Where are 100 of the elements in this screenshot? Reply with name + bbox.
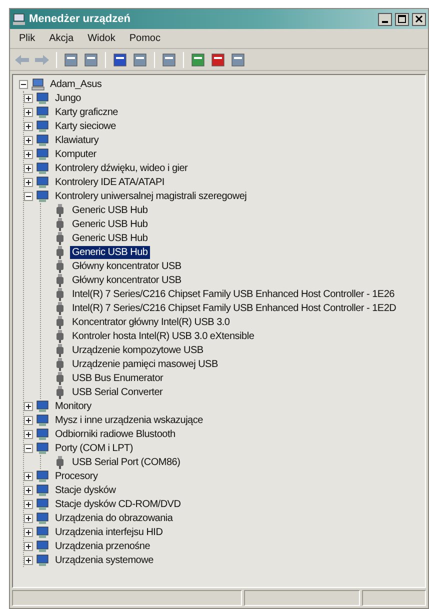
tree-item[interactable]: USB Serial Converter	[70, 386, 165, 398]
tree-item[interactable]: Porty (COM i LPT)	[53, 442, 135, 454]
device-icon	[36, 91, 50, 105]
device-icon	[36, 133, 50, 147]
status-panel	[362, 590, 426, 606]
menu-item[interactable]: Akcja	[42, 33, 81, 44]
tree-item[interactable]: Adam_Asus	[48, 78, 104, 90]
plus-icon	[25, 150, 32, 158]
tree-item[interactable]: Urządzenia przenośne	[53, 540, 152, 552]
plus-icon	[25, 94, 32, 102]
tree-item[interactable]: Generic USB Hub	[70, 246, 150, 258]
expander-button[interactable]	[19, 80, 28, 88]
tree-item[interactable]: Urządzenia interfejsu HID	[53, 526, 165, 538]
device-icon	[36, 441, 50, 455]
device-icon	[36, 147, 50, 161]
expander-button[interactable]	[24, 528, 33, 536]
tree-item[interactable]: Stacje dysków	[53, 484, 118, 496]
expander-button[interactable]	[24, 542, 33, 550]
tree-item[interactable]: Karty sieciowe	[53, 120, 118, 132]
tree-item[interactable]: Urządzenia systemowe	[53, 554, 156, 566]
device-icon	[36, 427, 50, 441]
tree-item[interactable]: Komputer	[53, 148, 98, 160]
tree-item[interactable]: Główny koncentrator USB	[70, 274, 184, 286]
close-button[interactable]	[412, 12, 426, 26]
device-icon	[36, 497, 50, 511]
tree-item[interactable]: Intel(R) 7 Series/C216 Chipset Family USB Enhanced Host Controller - 1E2D	[70, 302, 398, 314]
device-icon	[36, 189, 50, 203]
tree-item[interactable]: Kontroler hosta Intel(R) USB 3.0 eXtensible	[70, 330, 256, 342]
expander-button[interactable]	[24, 444, 33, 452]
tree-item[interactable]: Główny koncentrator USB	[70, 260, 184, 272]
device-icon	[36, 483, 50, 497]
plus-icon	[25, 472, 32, 480]
expander-button[interactable]	[24, 178, 33, 186]
tree-item[interactable]: Urządzenie pamięci masowej USB	[70, 358, 220, 370]
tree-item[interactable]: Odbiorniki radiowe Blustooth	[53, 428, 178, 440]
menu-item[interactable]: Widok	[80, 33, 122, 44]
expander-button[interactable]	[24, 150, 33, 158]
plus-icon	[25, 122, 32, 130]
tree-item[interactable]: Urządzenia do obrazowania	[53, 512, 175, 524]
plus-icon	[25, 164, 32, 172]
expander-button[interactable]	[24, 514, 33, 522]
tree-item[interactable]: Karty graficzne	[53, 106, 120, 118]
tree-item[interactable]: Klawiatury	[53, 134, 101, 146]
plus-icon	[25, 528, 32, 536]
device-icon	[36, 553, 50, 567]
device-icon	[36, 539, 50, 553]
device-icon	[36, 469, 50, 483]
device-icon	[36, 175, 50, 189]
menu-item[interactable]: Plik	[12, 33, 42, 44]
computer-icon	[12, 12, 26, 26]
tree-item[interactable]: USB Bus Enumerator	[70, 372, 166, 384]
expander-button[interactable]	[24, 164, 33, 172]
menu-item[interactable]: Pomoc	[122, 33, 168, 44]
tree-item[interactable]: Monitory	[53, 400, 94, 412]
window-title: Menedżer urządzeń	[29, 13, 132, 25]
expander-button[interactable]	[24, 556, 33, 564]
tree-item[interactable]: Kontrolery IDE ATA/ATAPI	[53, 176, 166, 188]
tree-item[interactable]: Generic USB Hub	[70, 204, 150, 216]
expander-button[interactable]	[24, 192, 33, 200]
tree-item[interactable]: USB Serial Port (COM86)	[70, 456, 182, 468]
tree-item[interactable]: Koncentrator główny Intel(R) USB 3.0	[70, 316, 232, 328]
expander-button[interactable]	[24, 122, 33, 130]
plus-icon	[25, 402, 32, 410]
plus-icon	[25, 556, 32, 564]
device-icon	[36, 511, 50, 525]
tree-item[interactable]: Intel(R) 7 Series/C216 Chipset Family USB Enhanced Host Controller - 1E26	[70, 288, 396, 300]
expander-button[interactable]	[24, 472, 33, 480]
expander-button[interactable]	[24, 136, 33, 144]
expander-button[interactable]	[24, 402, 33, 410]
plus-icon	[25, 416, 32, 424]
expander-button[interactable]	[24, 430, 33, 438]
expander-button[interactable]	[24, 486, 33, 494]
tree-item[interactable]: Mysz i inne urządzenia wskazujące	[53, 414, 205, 426]
device-icon	[36, 525, 50, 539]
plus-icon	[25, 108, 32, 116]
device-icon	[36, 161, 50, 175]
close-icon	[415, 15, 423, 23]
plus-icon	[25, 514, 32, 522]
tree-item[interactable]: Jungo	[53, 92, 83, 104]
maximize-icon	[398, 15, 406, 23]
plus-icon	[25, 136, 32, 144]
tree-item[interactable]: Stacje dysków CD-ROM/DVD	[53, 498, 183, 510]
plus-icon	[25, 500, 32, 508]
tree-item[interactable]: Generic USB Hub	[70, 218, 150, 230]
plus-icon	[25, 178, 32, 186]
device-icon	[36, 105, 50, 119]
expander-button[interactable]	[24, 416, 33, 424]
expander-button[interactable]	[24, 500, 33, 508]
minimize-button[interactable]	[378, 12, 392, 26]
tree-item[interactable]: Urządzenie kompozytowe USB	[70, 344, 206, 356]
device-icon	[36, 119, 50, 133]
computer-icon	[31, 77, 45, 91]
expander-button[interactable]	[24, 94, 33, 102]
plus-icon	[25, 430, 32, 438]
maximize-button[interactable]	[395, 12, 409, 26]
tree-item[interactable]: Procesory	[53, 470, 100, 482]
tree-item[interactable]: Kontrolery uniwersalnej magistrali szeregowej	[53, 190, 249, 202]
tree-item[interactable]: Generic USB Hub	[70, 232, 150, 244]
expander-button[interactable]	[24, 108, 33, 116]
tree-item[interactable]: Kontrolery dźwięku, wideo i gier	[53, 162, 190, 174]
